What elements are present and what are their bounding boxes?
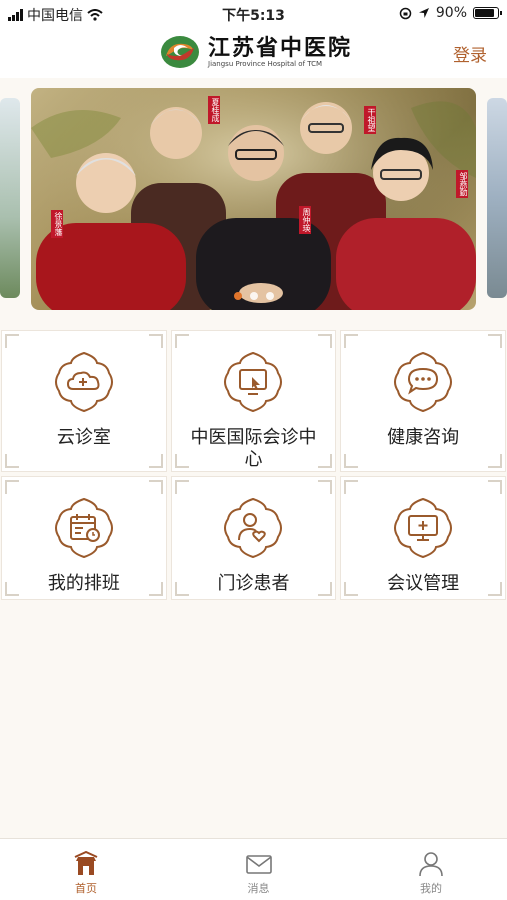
tile-label: 健康咨询 bbox=[387, 427, 460, 448]
rotation-lock-icon bbox=[399, 7, 412, 19]
banner-slide[interactable]: 周仲瑛 干祖望 夏桂成 徐景藩 邹燕勤 bbox=[31, 88, 476, 310]
name-tag: 邹燕勤 bbox=[456, 170, 468, 198]
carousel-dot[interactable] bbox=[233, 292, 242, 300]
patient-heart-icon bbox=[224, 497, 283, 559]
tab-messages[interactable]: 消息 bbox=[239, 839, 279, 900]
name-tag: 周仲瑛 bbox=[299, 206, 311, 234]
carousel-dot[interactable] bbox=[265, 292, 274, 300]
person-icon bbox=[419, 852, 443, 877]
monitor-plus-icon bbox=[394, 497, 453, 559]
name-tag: 干祖望 bbox=[364, 106, 376, 134]
tab-profile[interactable]: 我的 bbox=[411, 839, 451, 900]
chat-bubble-icon bbox=[394, 351, 453, 413]
monitor-cursor-icon bbox=[224, 351, 283, 413]
tile-label: 门诊患者 bbox=[217, 573, 290, 594]
feature-grid: 云诊室 中医国际会诊中心 健康咨询 我的排班 门诊患者 会议管理 bbox=[0, 330, 507, 600]
hospital-emblem-icon bbox=[161, 36, 199, 68]
tile-label: 中医国际会诊中心 bbox=[190, 427, 317, 470]
carousel-indicators bbox=[31, 292, 476, 300]
next-slide-peek[interactable] bbox=[487, 98, 507, 298]
outpatient-tile[interactable]: 门诊患者 bbox=[170, 476, 337, 600]
calendar-clock-icon bbox=[54, 497, 113, 559]
home-icon bbox=[74, 851, 98, 875]
battery-percent: 90% bbox=[435, 5, 467, 21]
bottom-tab-bar: 首页 消息 我的 bbox=[0, 838, 507, 900]
battery-icon bbox=[473, 7, 502, 19]
logo-title-en: Jiangsu Province Hospital of TCM bbox=[208, 59, 323, 68]
tab-label: 我的 bbox=[420, 882, 442, 895]
tab-label: 消息 bbox=[247, 882, 270, 895]
name-tag: 夏桂成 bbox=[208, 96, 220, 124]
app-header: 江苏省中医院 Jiangsu Province Hospital of TCM … bbox=[0, 28, 507, 78]
doctors-photo bbox=[31, 88, 476, 310]
tab-home[interactable]: 首页 bbox=[66, 839, 106, 900]
cloud-clinic-tile[interactable]: 云诊室 bbox=[1, 330, 167, 472]
tile-label: 云诊室 bbox=[56, 427, 111, 448]
tile-label: 会议管理 bbox=[387, 573, 460, 594]
my-schedule-tile[interactable]: 我的排班 bbox=[1, 476, 167, 600]
name-tag: 徐景藩 bbox=[51, 210, 63, 238]
logo-title-cn: 江苏省中医院 bbox=[208, 34, 353, 61]
prev-slide-peek[interactable] bbox=[0, 98, 20, 298]
tile-label: 我的排班 bbox=[47, 573, 120, 594]
banner-carousel[interactable]: 周仲瑛 干祖望 夏桂成 徐景藩 邹燕勤 bbox=[0, 78, 507, 323]
status-right: 90% bbox=[399, 5, 502, 21]
carousel-dot[interactable] bbox=[249, 292, 258, 300]
hospital-logo: 江苏省中医院 Jiangsu Province Hospital of TCM bbox=[160, 34, 352, 70]
intl-consultation-tile[interactable]: 中医国际会诊中心 bbox=[170, 330, 337, 472]
status-bar: 中国电信 下午5:13 90% bbox=[0, 0, 507, 28]
meeting-management-tile[interactable]: 会议管理 bbox=[340, 476, 506, 600]
tab-label: 首页 bbox=[75, 882, 97, 895]
login-button[interactable]: 登录 bbox=[453, 41, 487, 66]
location-arrow-icon bbox=[418, 8, 429, 18]
health-consult-tile[interactable]: 健康咨询 bbox=[340, 330, 506, 472]
cloud-plus-icon bbox=[54, 351, 113, 413]
mail-icon bbox=[245, 855, 272, 874]
